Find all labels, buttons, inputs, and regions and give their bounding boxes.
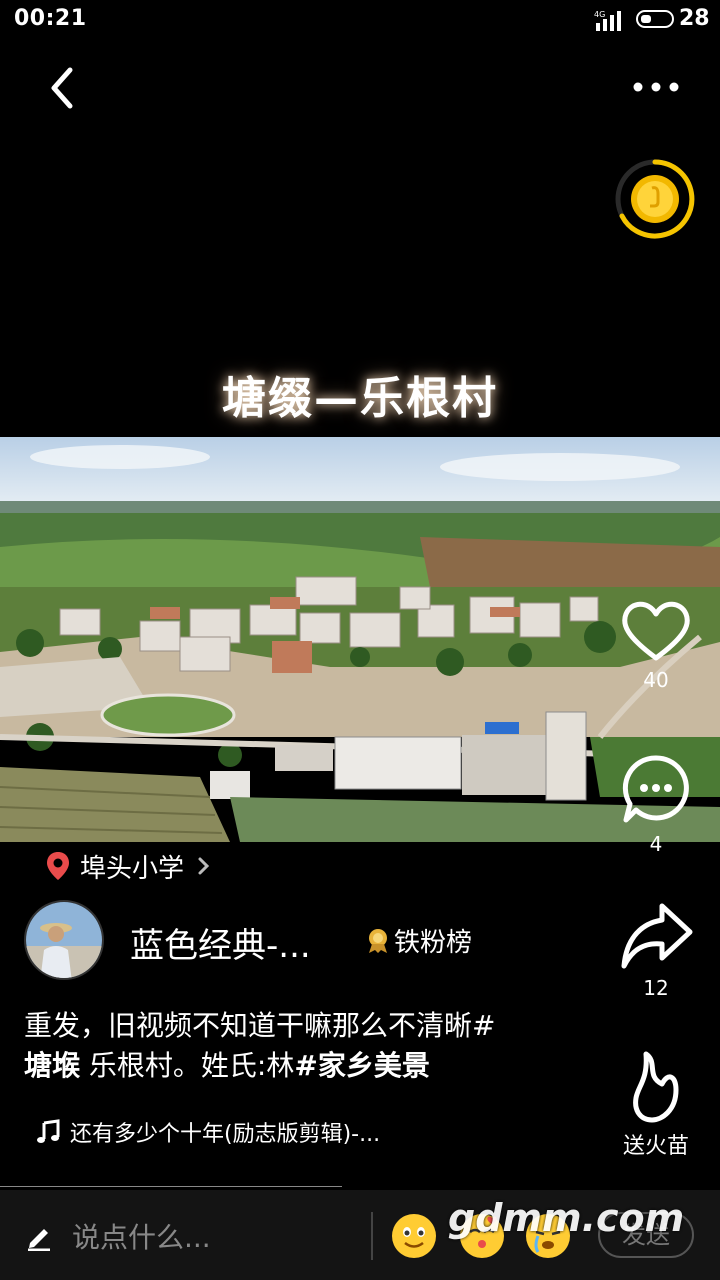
pencil-icon: [28, 1229, 50, 1251]
comment-input[interactable]: 说点什么...: [24, 1216, 211, 1256]
coin-icon: [615, 159, 695, 239]
avatar-image: [26, 902, 102, 978]
chevron-left-icon: [51, 67, 73, 109]
share-count: 12: [643, 976, 669, 1000]
author-name[interactable]: 蓝色经典-...: [130, 918, 311, 967]
status-bar: 00:21 4G 28: [0, 0, 720, 40]
video-player[interactable]: [0, 437, 720, 842]
share-arrow-icon: [621, 903, 693, 969]
caption-text: 重发，旧视频不知道干嘛那么不清晰#: [24, 1009, 496, 1042]
music-tag[interactable]: 还有多少个十年(励志版剪辑)-...: [36, 1116, 380, 1148]
status-time: 00:21: [14, 6, 87, 31]
like-count: 40: [643, 668, 669, 692]
location-tag[interactable]: 埠头小学: [46, 848, 214, 884]
comment-bubble-icon: [622, 755, 689, 823]
village-aerial-image: [0, 437, 720, 842]
caption-text: 乐根村。姓氏:林: [80, 1049, 295, 1082]
hashtag-link[interactable]: 塘堠: [24, 1049, 80, 1082]
send-fire-button[interactable]: 送火苗: [606, 1050, 706, 1162]
more-dots-icon: [633, 82, 679, 92]
watermark-text: gdmm.com: [448, 1196, 685, 1240]
location-label: 埠头小学: [80, 853, 185, 884]
post-caption: 重发，旧视频不知道干嘛那么不清晰# 塘堠 乐根村。姓氏:林#家乡美景: [24, 1006, 584, 1086]
send-fire-label: 送火苗: [622, 1134, 689, 1159]
location-pin-icon: [47, 852, 69, 880]
battery-icon: [636, 10, 674, 28]
comment-placeholder: 说点什么...: [72, 1221, 211, 1254]
comment-button[interactable]: 4: [616, 752, 696, 856]
fan-rank-badge[interactable]: 铁粉榜: [366, 922, 472, 959]
bar-divider: [371, 1212, 373, 1260]
music-note-icon: [37, 1119, 60, 1143]
fan-rank-label: 铁粉榜: [394, 928, 473, 958]
music-title: 还有多少个十年(励志版剪辑)-...: [70, 1122, 381, 1147]
more-button[interactable]: [626, 72, 686, 102]
heart-icon: [622, 601, 690, 661]
coin-reward-button[interactable]: [614, 158, 696, 240]
medal-icon: [369, 928, 387, 953]
like-button[interactable]: 40: [616, 598, 696, 698]
share-button[interactable]: 12: [616, 900, 696, 1008]
back-button[interactable]: [40, 62, 88, 114]
chevron-right-icon: [198, 857, 210, 875]
author-avatar[interactable]: [24, 900, 104, 980]
signal-icon: 4G: [594, 10, 621, 31]
hashtag-link[interactable]: #家乡美景: [294, 1049, 429, 1082]
battery-level: 28: [679, 6, 710, 31]
flame-icon: [633, 1051, 679, 1123]
progress-divider: [0, 1186, 342, 1187]
emoji-smile-icon[interactable]: [390, 1212, 438, 1260]
network-type: 4G: [594, 10, 605, 19]
video-title-overlay: 塘缀—乐根村: [222, 373, 498, 424]
comment-count: 4: [649, 832, 663, 856]
